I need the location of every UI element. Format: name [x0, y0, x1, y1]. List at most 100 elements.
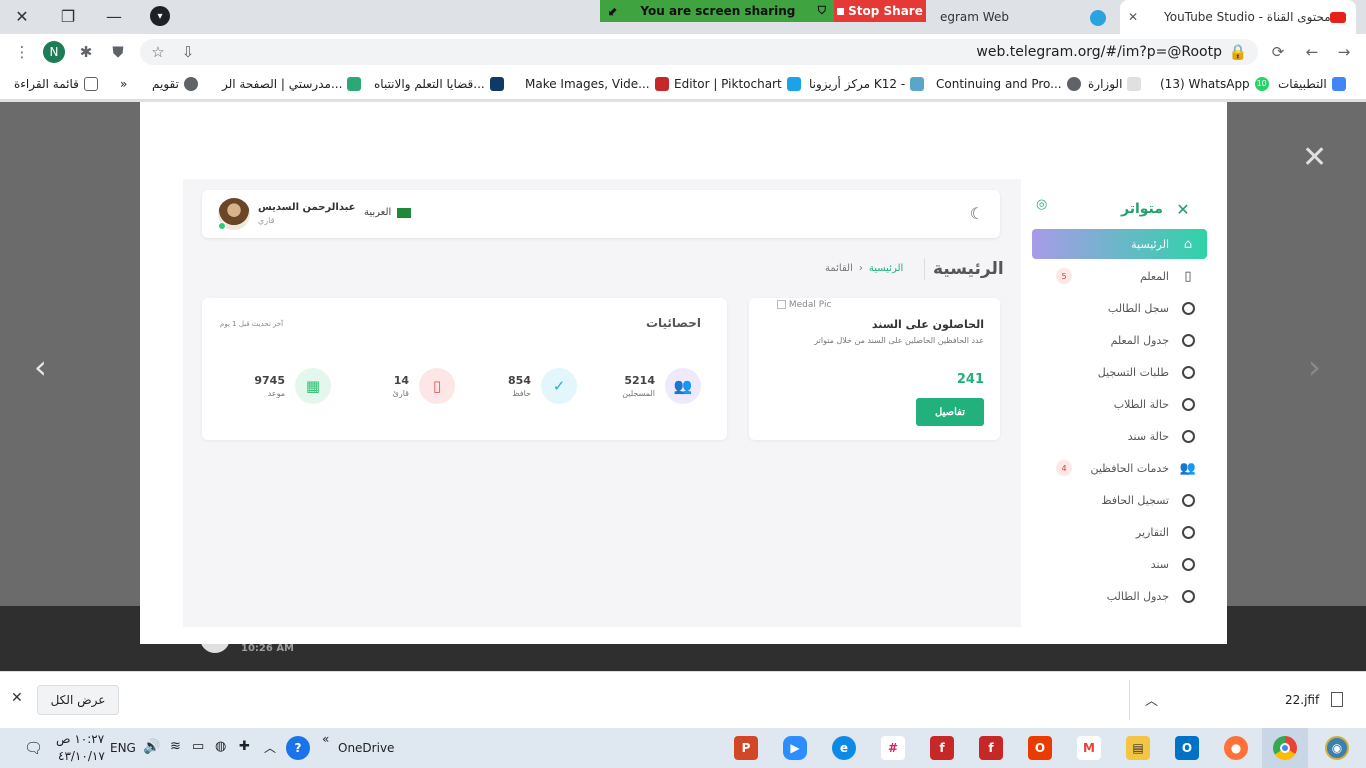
security-tray-icon[interactable]: ✚ — [239, 739, 250, 754]
bookmark-make-images[interactable]: Make Images, Vide... — [525, 77, 669, 91]
volume-icon[interactable]: 🔊 — [143, 739, 160, 755]
bookmark-understood[interactable]: قضايا التعلم والانتباه... — [374, 77, 504, 91]
show-hidden-icons-icon[interactable]: ︿ — [264, 739, 276, 756]
bookmark-piktochart[interactable]: Editor | Piktochart — [674, 77, 801, 91]
back-icon[interactable]: ← — [1302, 42, 1322, 62]
globe-icon — [183, 77, 198, 91]
tray-app-icon[interactable]: ◍ — [215, 739, 226, 754]
language-switch[interactable]: العربية — [364, 207, 412, 218]
outlook-icon[interactable]: O — [1175, 736, 1199, 760]
sidebar-item-sanad[interactable]: سند — [1032, 549, 1207, 579]
sidebar-item-teacher-schedule[interactable]: جدول المعلم — [1032, 325, 1207, 355]
reading-list[interactable]: قائمة القراءة — [14, 77, 98, 91]
taskbar-chevron[interactable]: « — [322, 732, 329, 746]
previous-media-icon[interactable]: ‹ — [34, 348, 47, 386]
install-app-icon[interactable]: ⇩ — [178, 42, 198, 62]
taskbar-time[interactable]: ١٠:٢٧ ص — [56, 732, 104, 746]
show-all-downloads-button[interactable]: عرض الكل — [37, 685, 119, 715]
file-explorer-icon[interactable]: ▤ — [1126, 736, 1150, 760]
ministry-icon — [1127, 77, 1142, 91]
sidebar-item-student-record[interactable]: سجل الطالب — [1032, 293, 1207, 323]
edge-icon[interactable]: e — [832, 736, 856, 760]
browser-tab-bar: ✕ ❐ — ▾ egram Web ✕ YouTube Studio - محت… — [0, 0, 1366, 34]
tab-close-icon[interactable]: ✕ — [1128, 10, 1138, 24]
sidebar-item-students-status[interactable]: حالة الطلاب — [1032, 389, 1207, 419]
details-button[interactable]: تفاصيل — [916, 398, 984, 426]
slack-icon[interactable]: # — [881, 736, 905, 760]
sidebar-item-reports[interactable]: التقارير — [1032, 517, 1207, 547]
firefox-icon[interactable]: ● — [1224, 736, 1248, 760]
onedrive-label[interactable]: OneDrive — [338, 741, 394, 755]
arizona-icon — [910, 77, 925, 91]
help-icon[interactable]: ? — [286, 736, 310, 760]
bookmark-continuing[interactable]: Continuing and Pro... — [936, 77, 1081, 91]
sidebar-item-registration-requests[interactable]: طلبات التسجيل — [1032, 357, 1207, 387]
sidebar-item-home[interactable]: الرئيسية ⌂ — [1032, 229, 1207, 259]
bookmark-whatsapp[interactable]: (13) WhatsApp 10 — [1160, 77, 1269, 91]
forward-icon[interactable]: → — [1334, 42, 1354, 62]
close-downloads-icon[interactable]: ✕ — [11, 690, 23, 706]
next-media-icon[interactable]: › — [1308, 348, 1321, 386]
notifications-icon[interactable]: 🗨 — [24, 739, 43, 757]
bookmark-star-icon[interactable]: ☆ — [148, 42, 168, 62]
gmail-icon[interactable]: M — [1077, 736, 1101, 760]
file-icon — [1331, 692, 1343, 707]
sidebar-item-teacher[interactable]: 5 المعلم ▯ — [1032, 261, 1207, 291]
zoom-icon[interactable]: ▶ — [783, 736, 807, 760]
breadcrumb-parent[interactable]: القائمة — [825, 263, 853, 274]
wifi-icon[interactable]: ≋ — [170, 739, 181, 754]
bookmark-calendar[interactable]: تقويم — [152, 77, 198, 91]
sidebar-item-hafiz-services[interactable]: 4 خدمات الحافظين 👥 — [1032, 453, 1207, 483]
extensions-icon[interactable]: ✱ — [76, 42, 96, 62]
download-options-chevron-icon[interactable]: ︿ — [1145, 690, 1158, 709]
office-icon[interactable]: O — [1028, 736, 1052, 760]
taskbar-date[interactable]: ٤٣/١٠/١٧ — [58, 749, 105, 763]
flash-icon[interactable]: f — [979, 736, 1003, 760]
menu-kebab-icon[interactable]: ⋮ — [12, 42, 32, 62]
breadcrumb-current[interactable]: الرئيسية — [869, 263, 903, 274]
calendar-icon: ▦ — [295, 368, 331, 404]
url-text[interactable]: web.telegram.org/#/im?p=@Rootp — [976, 44, 1222, 60]
sidebar-item-hafiz-registration[interactable]: تسجيل الحافظ — [1032, 485, 1207, 515]
tab-youtube-studio[interactable]: ✕ YouTube Studio - محتوى القناة — [1120, 0, 1356, 34]
bookmark-ministry[interactable]: الوزارة — [1088, 77, 1142, 91]
profile-avatar[interactable]: N — [43, 41, 65, 63]
minimize-window-icon[interactable]: — — [96, 4, 132, 28]
reload-icon[interactable]: ⟳ — [1268, 42, 1288, 62]
user-avatar[interactable] — [218, 198, 250, 230]
bookmark-madrasati[interactable]: مدرستي | الصفحة الر... — [222, 77, 362, 91]
restore-window-icon[interactable]: ❐ — [50, 4, 86, 28]
start-logo-icon[interactable]: ◉ — [1325, 736, 1349, 760]
stats-updated: آخر تحديث قبل 1 يوم — [220, 320, 284, 328]
tab-search-icon[interactable]: ▾ — [142, 4, 178, 28]
stat-value: 9745 — [254, 374, 285, 387]
sidebar-toggle-icon[interactable]: ◎ — [1036, 197, 1047, 212]
stop-icon — [837, 7, 845, 15]
bookmark-arizona[interactable]: مركز أريزونا K12 - — [809, 77, 925, 91]
dark-mode-moon-icon[interactable]: ☾ — [970, 204, 984, 223]
close-viewer-icon[interactable]: ✕ — [1302, 140, 1327, 175]
bookmark-label: قضايا التعلم والانتباه... — [374, 77, 485, 91]
sidebar-item-sanad-status[interactable]: حالة سند — [1032, 421, 1207, 451]
powerpoint-icon[interactable]: P — [734, 736, 758, 760]
sidebar-item-label: سجل الطالب — [1107, 301, 1169, 315]
brand-logo[interactable]: متواتر ✕ — [1121, 200, 1195, 219]
bookmark-label: (13) WhatsApp — [1160, 77, 1250, 91]
battery-icon[interactable]: ▭ — [192, 739, 204, 754]
stop-share-button[interactable]: Stop Share — [834, 0, 926, 22]
lock-icon[interactable]: 🔒 — [1228, 42, 1248, 62]
brave-shield-icon[interactable]: ⛊ — [108, 42, 128, 62]
flash-icon[interactable]: f — [930, 736, 954, 760]
sidebar-item-student-schedule[interactable]: جدول الطالب — [1032, 581, 1207, 611]
medal-image: Medal Pic — [777, 300, 831, 310]
spark-icon — [654, 77, 669, 91]
bookmarks-overflow-icon[interactable]: » — [120, 77, 127, 91]
input-language[interactable]: ENG — [110, 741, 136, 755]
chrome-icon[interactable] — [1273, 736, 1297, 760]
bookmark-apps[interactable]: التطبيقات — [1278, 77, 1346, 91]
stat-value: 854 — [508, 374, 531, 387]
downloaded-file-name[interactable]: 22.jfif — [1285, 693, 1319, 707]
omnibox[interactable]: ☆ ⇩ web.telegram.org/#/im?p=@Rootp 🔒 — [140, 39, 1258, 65]
tab-label: YouTube Studio - محتوى القناة — [1164, 10, 1331, 24]
close-window-icon[interactable]: ✕ — [4, 4, 40, 28]
